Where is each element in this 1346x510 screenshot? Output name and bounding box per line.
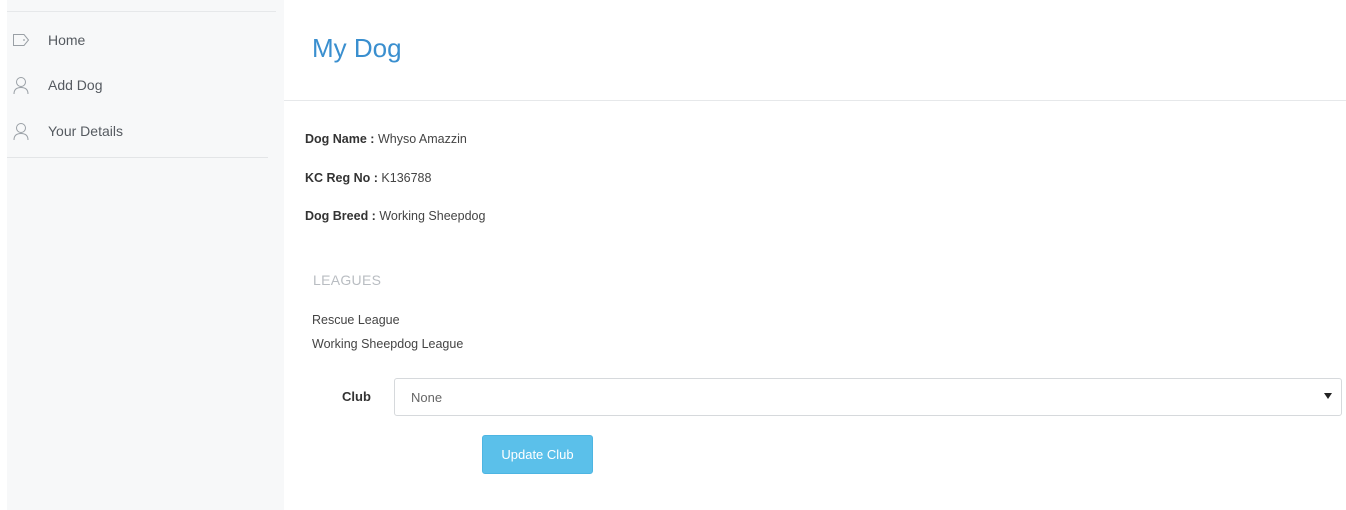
user-icon [10,120,32,142]
sidebar-item-label: Home [48,32,86,48]
leagues-heading: LEAGUES [313,272,382,288]
sidebar-item-label: Your Details [48,123,123,139]
sidebar-top-divider [7,11,276,12]
user-icon [10,74,32,96]
title-divider [284,100,1346,101]
caret-down-icon [1324,393,1332,399]
sidebar-item-label: Add Dog [48,77,103,93]
club-select[interactable]: None [394,378,1342,416]
kc-reg-row: KC Reg No : K136788 [305,171,431,185]
sidebar-item-add-dog[interactable]: Add Dog [7,70,268,100]
list-item: Rescue League [312,313,400,327]
sidebar-bottom-divider [7,157,268,158]
club-select-value: None [411,390,443,405]
page-title: My Dog [312,33,402,63]
list-item: Working Sheepdog League [312,337,464,351]
sidebar-item-your-details[interactable]: Your Details [7,116,268,146]
dog-breed-label: Dog Breed : [305,209,376,223]
dog-breed-row: Dog Breed : Working Sheepdog [305,209,485,223]
dog-name-row: Dog Name : Whyso Amazzin [305,132,467,146]
update-club-button[interactable]: Update Club [482,435,593,474]
kc-reg-value: K136788 [381,171,432,185]
sidebar: Home Add Dog Your Details [7,0,284,510]
kc-reg-label: KC Reg No : [305,171,378,185]
sidebar-item-home[interactable]: Home [7,25,268,55]
club-label: Club [342,389,371,404]
dog-breed-value: Working Sheepdog [379,209,486,223]
dog-name-label: Dog Name : [305,132,375,146]
dog-name-value: Whyso Amazzin [377,132,467,146]
tag-icon [10,29,32,51]
